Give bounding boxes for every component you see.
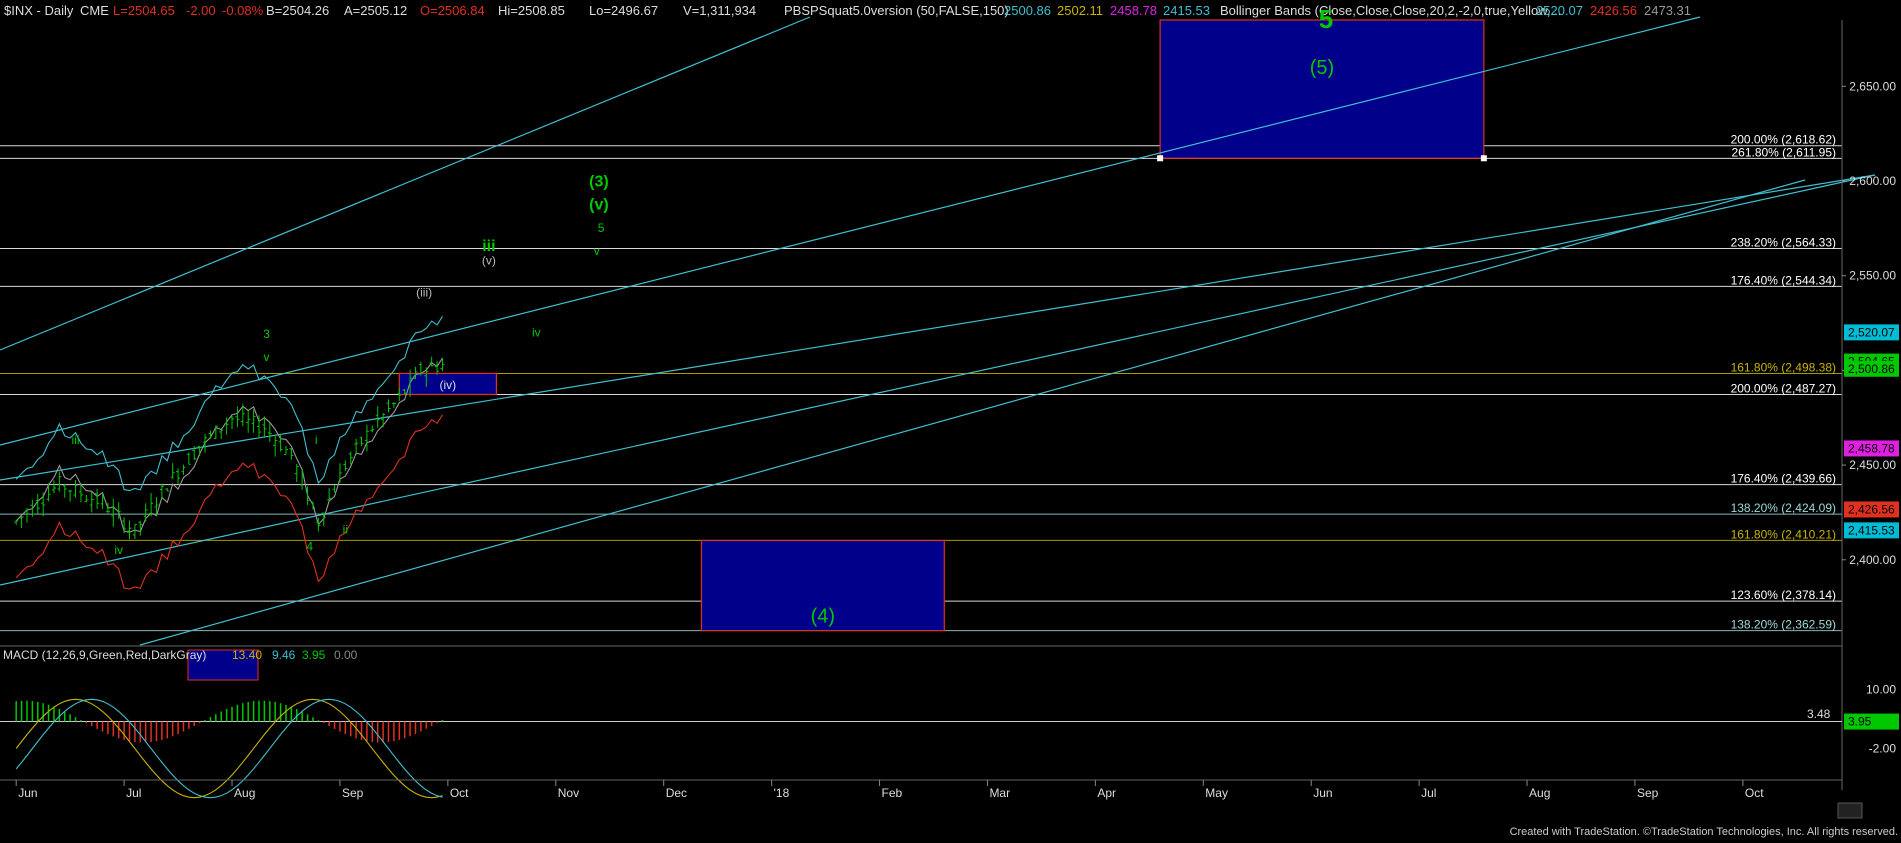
fib-label: 261.80% (2,611.95) <box>1731 145 1836 159</box>
time-tick-label: Aug <box>234 786 255 800</box>
time-tick-label: Aug <box>1529 786 1550 800</box>
fib-label: 138.20% (2,424.09) <box>1731 501 1836 515</box>
target-box <box>1159 19 1485 159</box>
macd-value-3: 3.95 <box>302 648 326 662</box>
time-tick-label: Feb <box>882 786 903 800</box>
time-tick-label: Jul <box>1421 786 1436 800</box>
time-tick-label: Dec <box>666 786 687 800</box>
ask-price: A=2505.12 <box>344 3 407 18</box>
time-tick-label: Jul <box>126 786 141 800</box>
wave-label: i <box>315 433 318 447</box>
wave-label: (v) <box>482 253 496 267</box>
wave-label: iii <box>72 433 80 447</box>
volume: V=1,311,934 <box>683 3 756 18</box>
study1-value-3: 2458.78 <box>1110 3 1157 18</box>
price-axis-box-label: 2,500.86 <box>1848 362 1895 376</box>
wave-label: ii <box>343 522 348 536</box>
footer-credit: Created with TradeStation. ©TradeStation… <box>1510 826 1898 838</box>
price-axis-box-label: 2,520.07 <box>1848 325 1895 339</box>
target-box-label: (4) <box>811 606 835 628</box>
wave-label: (v) <box>589 196 609 213</box>
time-tick-label: Jun <box>1313 786 1332 800</box>
study1-value-4: 2415.53 <box>1163 3 1210 18</box>
price-tick-label: 2,600.00 <box>1849 174 1896 188</box>
price-chart[interactable]: $INX - Daily CME L=2504.65 -2.00 -0.08% … <box>0 0 1901 838</box>
target-box-wave-label: 5 <box>1319 4 1333 34</box>
time-tick-label: Nov <box>558 786 579 800</box>
price-axis-box-label: 2,458.78 <box>1848 441 1895 455</box>
price-tick-label: 2,400.00 <box>1849 553 1896 567</box>
bid-price: B=2504.26 <box>266 3 329 18</box>
time-tick-label: Jun <box>18 786 37 800</box>
time-tick-label: Mar <box>989 786 1010 800</box>
time-tick-label: May <box>1205 786 1228 800</box>
symbol-label: $INX - Daily <box>4 3 74 18</box>
macd-tick-label: 10.00 <box>1866 683 1896 697</box>
time-tick-label: Oct <box>450 786 469 800</box>
study1-label: PBSPSquat5.0version (50,FALSE,150) <box>784 3 1009 18</box>
fib-label: 138.20% (2,362.59) <box>1731 618 1836 632</box>
price-tick-label: 2,450.00 <box>1849 458 1896 472</box>
box-handle <box>1157 155 1164 162</box>
low-price: Lo=2496.67 <box>589 3 658 18</box>
time-tick-label: '18 <box>774 786 790 800</box>
wave-label: v <box>594 244 600 258</box>
wave-label: (3) <box>589 174 609 191</box>
macd-level-label: 3.48 <box>1807 707 1831 721</box>
exchange-label: CME <box>80 3 109 18</box>
macd-value-1: 13.40 <box>232 648 262 662</box>
price-axis-box-label: 2,426.56 <box>1848 502 1895 516</box>
fib-label: 200.00% (2,487.27) <box>1731 381 1836 395</box>
study2-label: Bollinger Bands (Close,Close,Close,20,2,… <box>1220 3 1561 18</box>
scroll-handle[interactable] <box>1837 802 1863 819</box>
time-tick-label: Apr <box>1097 786 1116 800</box>
study1-value-2: 2502.11 <box>1057 3 1103 18</box>
wave-label: iv <box>532 325 541 339</box>
box-handle <box>1480 155 1487 162</box>
open-price: O=2506.84 <box>420 3 485 18</box>
macd-value-2: 9.46 <box>272 648 296 662</box>
fib-label: 161.80% (2,410.21) <box>1731 527 1836 541</box>
price-tick-label: 2,550.00 <box>1849 269 1896 283</box>
fib-label: 238.20% (2,564.33) <box>1731 236 1836 250</box>
study2-value-3: 2473.31 <box>1644 3 1691 18</box>
macd-tick-label: -2.00 <box>1869 742 1897 756</box>
target-box-label: (5) <box>1310 57 1334 79</box>
wave-label: 5 <box>598 221 605 235</box>
target-box-label: (iv) <box>440 378 457 392</box>
price-change: -2.00 <box>186 3 216 18</box>
time-tick-label: Oct <box>1745 786 1764 800</box>
study2-value-1: 2520.07 <box>1536 3 1583 18</box>
wave-label: 3 <box>263 327 270 341</box>
last-price: L=2504.65 <box>113 3 175 18</box>
chart-header: $INX - Daily CME L=2504.65 -2.00 -0.08% … <box>4 3 1691 18</box>
macd-label: MACD (12,26,9,Green,Red,DarkGray) <box>3 648 206 662</box>
time-tick-label: Sep <box>1637 786 1659 800</box>
study1-value-1: 2500.86 <box>1004 3 1051 18</box>
wave-label: v <box>264 350 270 364</box>
wave-label: 4 <box>306 539 313 553</box>
fib-label: 176.40% (2,544.34) <box>1731 273 1836 287</box>
wave-label: iv <box>114 543 123 557</box>
fib-label: 161.80% (2,498.38) <box>1731 360 1836 374</box>
pct-change: -0.08% <box>222 3 264 18</box>
price-tick-label: 2,650.00 <box>1849 79 1896 93</box>
chart-window[interactable]: $INX - Daily CME L=2504.65 -2.00 -0.08% … <box>0 0 1901 838</box>
price-axis-box-label: 2,415.53 <box>1848 523 1895 537</box>
time-tick-label: Sep <box>342 786 364 800</box>
wave-label: (iii) <box>416 286 432 300</box>
fib-label: 176.40% (2,439.66) <box>1731 472 1836 486</box>
high-price: Hi=2508.85 <box>498 3 565 18</box>
macd-value-4: 0.00 <box>334 648 358 662</box>
macd-axis-box-label: 3.95 <box>1848 715 1872 729</box>
study2-value-2: 2426.56 <box>1590 3 1637 18</box>
fib-label: 123.60% (2,378.14) <box>1731 588 1836 602</box>
